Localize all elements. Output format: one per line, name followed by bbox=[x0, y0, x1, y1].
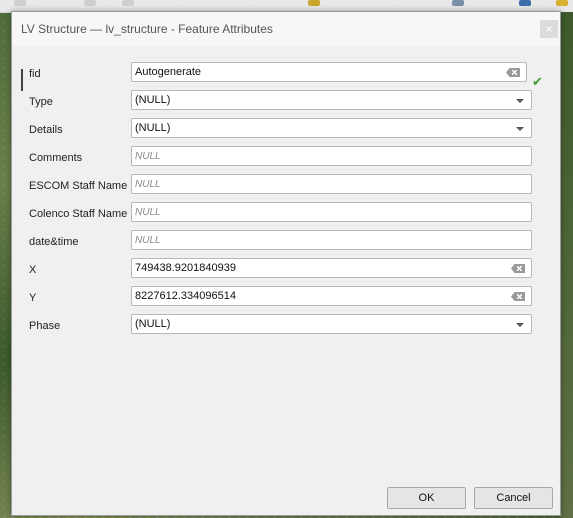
date-time-placeholder: NULL bbox=[135, 235, 161, 246]
x-value: 749438.9201840939 bbox=[135, 262, 236, 274]
chevron-down-icon bbox=[516, 323, 524, 327]
type-value: (NULL) bbox=[135, 94, 171, 106]
cancel-button[interactable]: Cancel bbox=[474, 487, 553, 509]
clear-icon[interactable] bbox=[511, 264, 525, 273]
phase-label: Phase bbox=[29, 320, 61, 332]
date-time-field[interactable]: NULL bbox=[131, 230, 532, 250]
y-value: 8227612.334096514 bbox=[135, 290, 236, 302]
ok-button[interactable]: OK bbox=[387, 487, 466, 509]
type-dropdown[interactable]: (NULL) bbox=[131, 90, 532, 110]
panel-edge bbox=[21, 69, 23, 91]
x-label: X bbox=[29, 264, 37, 276]
y-label: Y bbox=[29, 292, 37, 304]
details-dropdown[interactable]: (NULL) bbox=[131, 118, 532, 138]
toolbar-icon bbox=[84, 0, 96, 6]
toolbar-icon bbox=[122, 0, 134, 6]
toolbar-icon bbox=[556, 0, 568, 6]
escom-staff-name-label: ESCOM Staff Name bbox=[29, 180, 128, 192]
colenco-staff-name-field[interactable]: NULL bbox=[131, 202, 532, 222]
toolbar-icon bbox=[519, 0, 531, 6]
toolbar-icon bbox=[452, 0, 464, 6]
chevron-down-icon bbox=[516, 99, 524, 103]
escom-staff-name-placeholder: NULL bbox=[135, 179, 161, 190]
comments-label: Comments bbox=[29, 152, 83, 164]
feature-attributes-dialog: LV Structure — lv_structure - Feature At… bbox=[11, 11, 561, 516]
details-label: Details bbox=[29, 124, 63, 136]
toolbar-icon bbox=[14, 0, 26, 6]
date-time-label: date&time bbox=[29, 236, 79, 248]
checkmark-icon: ✔ bbox=[532, 74, 543, 89]
map-canvas-edge bbox=[561, 12, 573, 518]
y-field[interactable]: 8227612.334096514 bbox=[131, 286, 532, 306]
clear-icon[interactable] bbox=[511, 292, 525, 301]
chevron-down-icon bbox=[516, 127, 524, 131]
escom-staff-name-field[interactable]: NULL bbox=[131, 174, 532, 194]
type-label: Type bbox=[29, 96, 53, 108]
clear-icon[interactable] bbox=[506, 68, 520, 77]
fid-label: fid bbox=[29, 68, 41, 80]
dialog-titlebar: LV Structure — lv_structure - Feature At… bbox=[12, 12, 560, 46]
colenco-staff-name-label: Colenco Staff Name bbox=[29, 208, 128, 220]
fid-field[interactable]: Autogenerate bbox=[131, 62, 527, 82]
comments-field[interactable]: NULL bbox=[131, 146, 532, 166]
colenco-staff-name-placeholder: NULL bbox=[135, 207, 161, 218]
details-value: (NULL) bbox=[135, 122, 171, 134]
comments-placeholder: NULL bbox=[135, 151, 161, 162]
phase-dropdown[interactable]: (NULL) bbox=[131, 314, 532, 334]
close-button[interactable]: × bbox=[540, 20, 558, 38]
fid-value: Autogenerate bbox=[135, 66, 202, 78]
toolbar-icon bbox=[308, 0, 320, 6]
dialog-title: LV Structure — lv_structure - Feature At… bbox=[21, 22, 273, 36]
x-field[interactable]: 749438.9201840939 bbox=[131, 258, 532, 278]
phase-value: (NULL) bbox=[135, 318, 171, 330]
